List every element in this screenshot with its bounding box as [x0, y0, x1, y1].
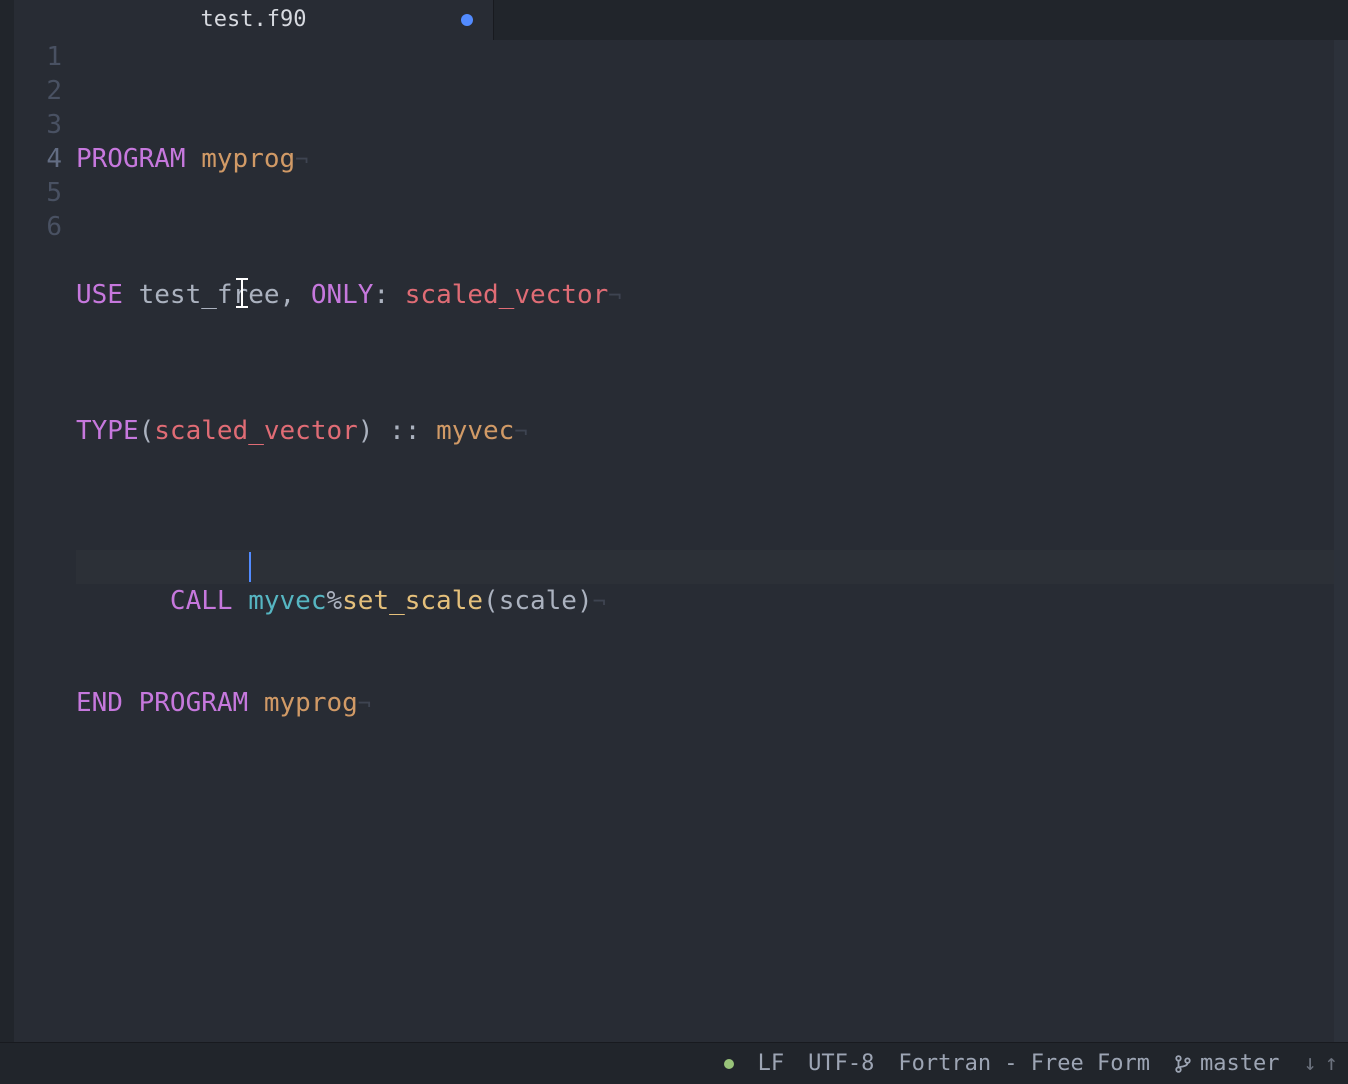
code-line[interactable]: USE test_free, ONLY: scaled_vector¬	[76, 278, 1334, 312]
keyword: PROGRAM	[139, 688, 249, 718]
code-line[interactable]: CALL myvec%set_scale(scale)¬	[76, 550, 1334, 584]
code-line[interactable]: TYPE(scaled_vector) :: myvec¬	[76, 414, 1334, 448]
tab-bar: test.f90	[14, 0, 1348, 40]
punct: :	[373, 280, 389, 310]
arrow-up-icon: ↑	[1325, 1051, 1338, 1076]
status-bar: LF UTF-8 Fortran - Free Form master ↓ ↑	[0, 1042, 1348, 1084]
tab-title: test.f90	[201, 0, 307, 40]
identifier: test_free	[139, 280, 280, 310]
eol-marker-icon: ¬	[295, 148, 308, 173]
text-caret-icon	[249, 552, 251, 582]
code-line[interactable]	[76, 822, 1334, 856]
type-name: scaled_vector	[154, 416, 358, 446]
identifier: myprog	[264, 688, 358, 718]
status-git-branch[interactable]: master	[1174, 1051, 1279, 1076]
punct: )	[358, 416, 374, 446]
member: set_scale	[342, 586, 483, 616]
punct: (	[483, 586, 499, 616]
eol-marker-icon: ¬	[514, 420, 527, 445]
code-line[interactable]: PROGRAM myprog¬	[76, 142, 1334, 176]
keyword: ONLY	[311, 280, 374, 310]
identifier: scale	[499, 586, 577, 616]
line-number: 3	[14, 108, 62, 142]
punct: (	[139, 416, 155, 446]
keyword: END	[76, 688, 123, 718]
line-number-gutter: 1 2 3 4 5 6	[14, 40, 76, 1042]
status-clean-indicator[interactable]	[724, 1059, 734, 1069]
status-dot-icon	[724, 1059, 734, 1069]
line-number: 2	[14, 74, 62, 108]
type-name: scaled_vector	[405, 280, 609, 310]
code-line[interactable]: END PROGRAM myprog¬	[76, 686, 1334, 720]
code-editor[interactable]: 1 2 3 4 5 6 PROGRAM myprog¬ USE test_fre…	[14, 40, 1334, 1042]
status-encoding[interactable]: UTF-8	[808, 1051, 874, 1076]
status-line-ending[interactable]: LF	[758, 1051, 785, 1076]
status-language[interactable]: Fortran - Free Form	[898, 1051, 1150, 1076]
status-fetch[interactable]: ↓ ↑	[1304, 1051, 1339, 1076]
punct: ,	[280, 280, 296, 310]
tab-dirty-indicator-icon	[461, 14, 473, 26]
identifier: myvec	[248, 586, 326, 616]
punct: ::	[389, 416, 420, 446]
keyword: CALL	[170, 586, 233, 616]
line-number: 6	[14, 210, 62, 244]
keyword: PROGRAM	[76, 144, 186, 174]
git-branch-icon	[1174, 1053, 1192, 1075]
identifier: myvec	[436, 416, 514, 446]
punct: )	[577, 586, 593, 616]
editor-tab[interactable]: test.f90	[14, 0, 494, 40]
eol-marker-icon: ¬	[608, 284, 621, 309]
line-number: 1	[14, 40, 62, 74]
arrow-down-icon: ↓	[1304, 1051, 1317, 1076]
keyword: TYPE	[76, 416, 139, 446]
eol-marker-icon: ¬	[593, 590, 606, 615]
punct: %	[326, 586, 342, 616]
code-area[interactable]: PROGRAM myprog¬ USE test_free, ONLY: sca…	[76, 40, 1334, 1042]
activity-strip	[0, 0, 14, 1084]
identifier: myprog	[201, 144, 295, 174]
eol-marker-icon: ¬	[358, 692, 371, 717]
keyword: USE	[76, 280, 123, 310]
line-number: 4	[14, 142, 62, 176]
line-number: 5	[14, 176, 62, 210]
status-branch-name: master	[1200, 1051, 1279, 1076]
scrollbar-track[interactable]	[1334, 40, 1348, 1042]
